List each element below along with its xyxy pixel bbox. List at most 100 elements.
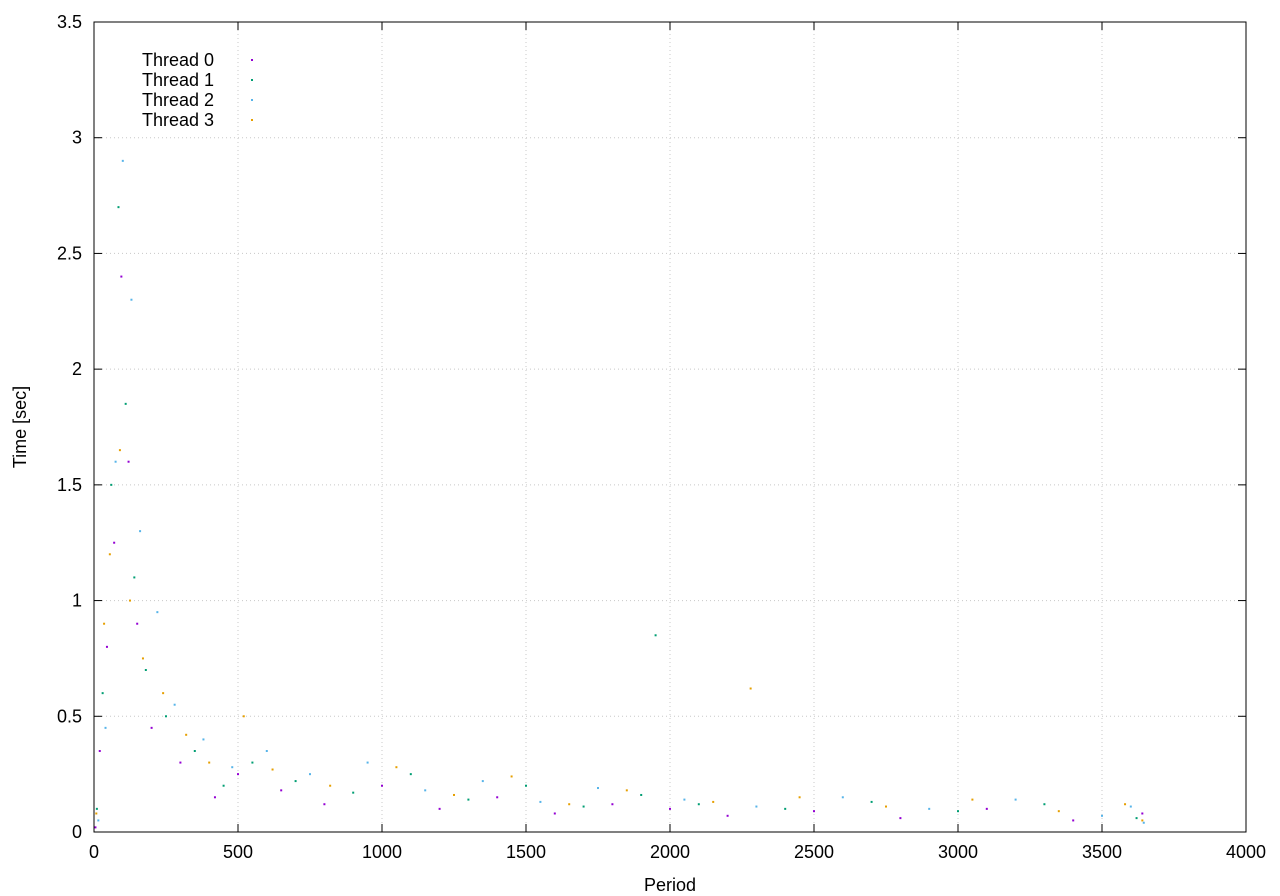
data-point: [110, 483, 113, 486]
y-tick-label: 0.5: [57, 706, 82, 726]
data-point: [101, 692, 104, 695]
data-point: [98, 750, 101, 752]
scatter-chart: 0 500 1000 1500 2000 2500 3000 3500 4000 0 0.5 1 1.5…: [0, 0, 1280, 896]
legend-marker: [251, 119, 253, 121]
data-point: [139, 530, 142, 533]
data-point: [130, 298, 133, 301]
data-point: [265, 750, 268, 752]
data-point: [841, 796, 844, 799]
data-point: [395, 766, 398, 769]
data-point: [899, 817, 902, 820]
legend-label: Thread 1: [142, 70, 214, 90]
data-point: [108, 553, 111, 556]
data-point: [1129, 805, 1132, 808]
legend-label: Thread 3: [142, 110, 214, 130]
data-point: [1124, 803, 1127, 806]
data-point: [654, 634, 657, 637]
data-point: [1142, 821, 1145, 824]
x-axis-label: Period: [644, 875, 696, 895]
y-tick-label: 1: [72, 591, 82, 611]
chart-background: [0, 0, 1280, 896]
data-point: [294, 780, 297, 783]
data-point: [136, 622, 139, 625]
data-point: [1135, 817, 1138, 820]
data-point: [185, 733, 188, 736]
y-tick-label: 2.5: [57, 243, 82, 263]
data-point: [124, 402, 127, 405]
data-point: [237, 773, 239, 776]
data-point: [1014, 798, 1017, 801]
data-point: [179, 761, 182, 764]
x-tick-label: 2500: [794, 842, 834, 862]
data-point: [496, 796, 499, 799]
x-tick-label: 3500: [1082, 842, 1122, 862]
x-tick-label: 500: [223, 842, 253, 862]
data-point: [213, 796, 216, 799]
data-point: [481, 780, 484, 783]
data-point: [669, 807, 671, 810]
data-point: [438, 807, 441, 810]
data-point: [121, 159, 124, 162]
data-point: [156, 611, 159, 614]
data-point: [798, 796, 801, 799]
legend-marker: [251, 99, 253, 101]
data-point: [381, 784, 383, 787]
data-point: [208, 761, 211, 764]
x-tick-label: 1500: [506, 842, 546, 862]
x-tick-label: 4000: [1226, 842, 1266, 862]
data-point: [409, 773, 412, 776]
data-point: [118, 449, 121, 452]
data-point: [94, 826, 97, 829]
legend-marker: [251, 79, 253, 81]
data-point: [162, 692, 165, 695]
x-tick-label: 3000: [938, 842, 978, 862]
x-tick-label: 0: [89, 842, 99, 862]
data-point: [1101, 814, 1103, 817]
data-point: [165, 715, 167, 718]
data-point: [173, 703, 176, 706]
data-point: [222, 784, 225, 787]
data-point: [193, 750, 196, 752]
data-point: [625, 789, 628, 792]
data-point: [784, 807, 787, 810]
data-point: [755, 805, 758, 808]
x-tick-label: 1000: [362, 842, 402, 862]
data-point: [870, 800, 873, 803]
data-point: [510, 775, 513, 778]
data-point: [127, 460, 130, 463]
y-tick-label: 0: [72, 822, 82, 842]
data-point: [985, 807, 988, 810]
data-point: [323, 803, 326, 806]
data-point: [1141, 819, 1144, 822]
data-point: [697, 803, 700, 806]
y-tick-label: 2: [72, 359, 82, 379]
data-point: [726, 814, 729, 817]
data-point: [104, 726, 107, 729]
data-point: [150, 726, 153, 729]
data-point: [105, 645, 108, 648]
data-point: [640, 793, 643, 796]
data-point: [885, 805, 887, 808]
data-point: [144, 669, 147, 671]
y-axis-label: Time [sec]: [10, 386, 30, 468]
y-tick-label: 1.5: [57, 475, 82, 495]
data-point: [1141, 812, 1144, 815]
data-point: [1072, 819, 1075, 822]
data-point: [271, 768, 274, 771]
data-point: [1057, 810, 1060, 813]
data-point: [525, 784, 527, 787]
data-point: [971, 798, 974, 801]
data-point: [1043, 803, 1046, 806]
data-point: [120, 275, 123, 278]
data-point: [813, 810, 815, 813]
data-point: [582, 805, 585, 808]
data-point: [103, 622, 106, 625]
y-tick-label: 3: [72, 128, 82, 148]
data-point: [568, 803, 571, 806]
data-point: [329, 784, 332, 787]
data-point: [467, 798, 470, 801]
data-point: [957, 810, 959, 813]
legend-label: Thread 0: [142, 50, 214, 70]
data-point: [117, 206, 120, 209]
data-point: [309, 773, 311, 776]
